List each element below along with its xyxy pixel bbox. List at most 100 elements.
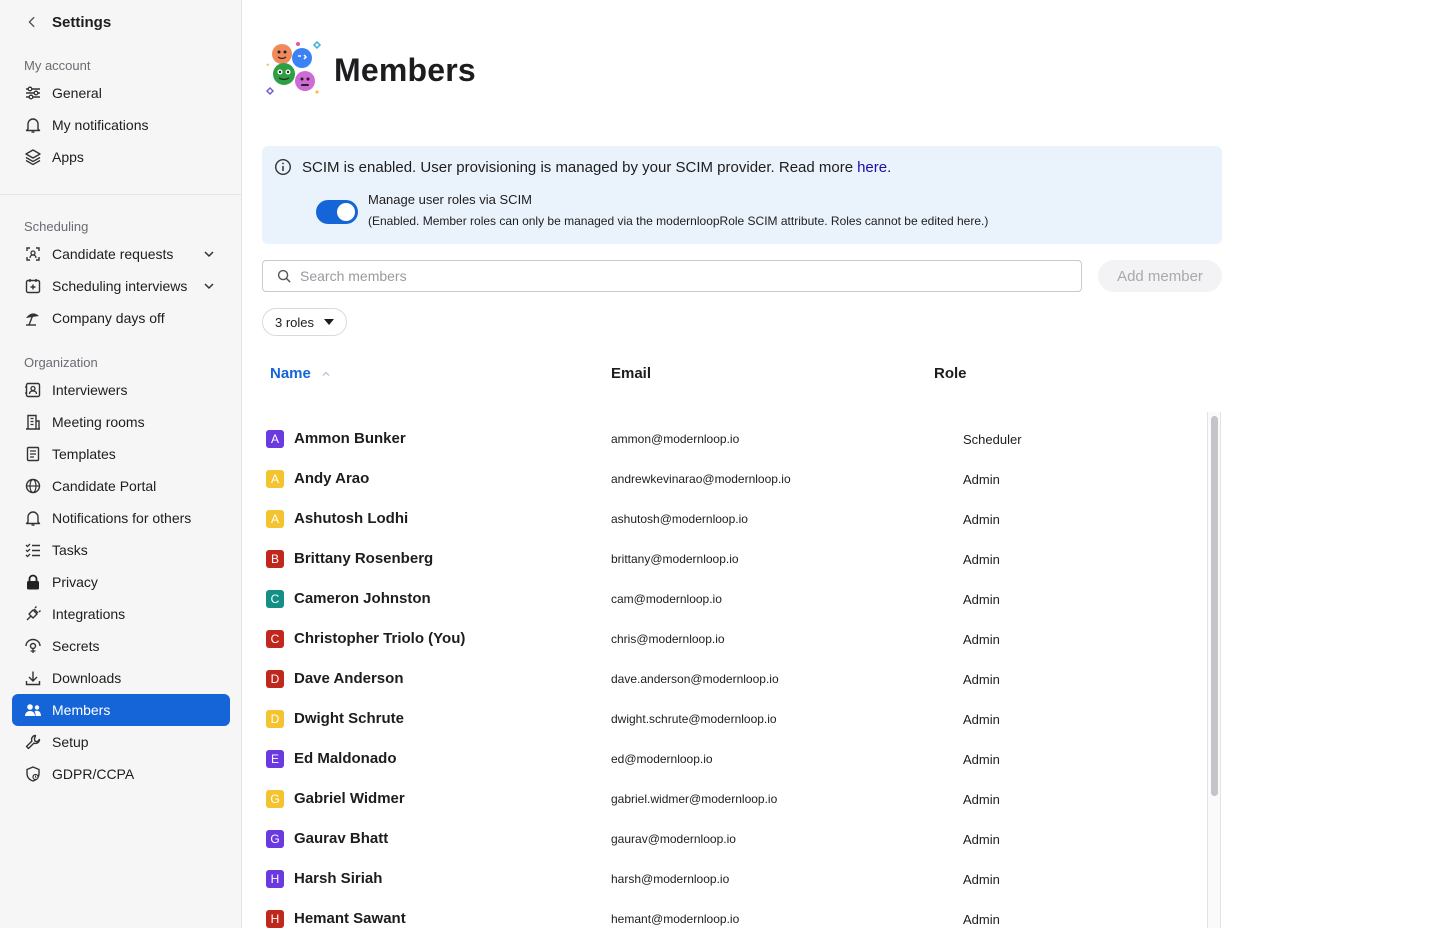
table-row[interactable]: D Dwight Schrute dwight.schrute@modernloop… xyxy=(262,699,1202,739)
member-role: Admin xyxy=(963,712,1000,727)
scrollbar-thumb[interactable] xyxy=(1211,416,1218,796)
sidebar-divider xyxy=(0,194,241,195)
sidebar-item-setup[interactable]: Setup xyxy=(12,726,230,758)
sidebar-item-candidate-portal[interactable]: Candidate Portal xyxy=(12,470,230,502)
column-header-name[interactable]: Name xyxy=(270,365,331,382)
sidebar-item-candidate-requests[interactable]: Candidate requests xyxy=(12,238,230,270)
table-row[interactable]: E Ed Maldonado ed@modernloop.io Admin xyxy=(262,739,1202,779)
table-row[interactable]: B Brittany Rosenberg brittany@modernloop.i… xyxy=(262,539,1202,579)
sliders-icon xyxy=(24,84,42,102)
sidebar-item-label: Downloads xyxy=(52,670,122,686)
member-role: Admin xyxy=(963,512,1000,527)
member-email: hemant@modernloop.io xyxy=(611,912,740,926)
sidebar-item-downloads[interactable]: Downloads xyxy=(12,662,230,694)
sidebar-item-secrets[interactable]: Secrets xyxy=(12,630,230,662)
sidebar-item-label: Templates xyxy=(52,446,116,462)
people-icon xyxy=(24,701,42,719)
table-scrollbar[interactable] xyxy=(1207,412,1221,928)
toggle-knob xyxy=(337,203,355,221)
avatar: A xyxy=(266,470,284,488)
member-email: cam@modernloop.io xyxy=(611,592,722,606)
members-illustration-icon xyxy=(265,40,322,96)
sidebar-item-integrations[interactable]: Integrations xyxy=(12,598,230,630)
column-header-role[interactable]: Role xyxy=(934,365,967,382)
sidebar-item-apps[interactable]: Apps xyxy=(12,141,230,173)
table-row[interactable]: A Andy Arao andrewkevinarao@modernloop.io A… xyxy=(262,459,1202,499)
sidebar-item-label: Candidate Portal xyxy=(52,478,157,494)
roles-filter-dropdown[interactable]: 3 roles xyxy=(262,308,348,336)
sidebar-item-label: Setup xyxy=(52,734,89,750)
sidebar-item-meeting-rooms[interactable]: Meeting rooms xyxy=(12,406,230,438)
sidebar-item-label: GDPR/CCPA xyxy=(52,766,135,782)
sidebar-item-label: Secrets xyxy=(52,638,100,654)
member-role: Admin xyxy=(963,472,1000,487)
chevron-down-icon[interactable] xyxy=(202,247,216,261)
member-name: Ed Maldonado xyxy=(294,750,397,767)
member-name: Gaurav Bhatt xyxy=(294,830,389,847)
building-icon xyxy=(24,413,42,431)
table-row[interactable]: A Ashutosh Lodhi ashutosh@modernloop.io Adm… xyxy=(262,499,1202,539)
member-role: Admin xyxy=(963,792,1000,807)
member-role: Admin xyxy=(963,912,1000,927)
sidebar-title: Settings xyxy=(52,13,112,31)
sidebar-item-gdpr-ccpa[interactable]: GDPR/CCPA xyxy=(12,758,230,790)
sidebar-item-label: Tasks xyxy=(52,542,88,558)
table-row[interactable]: H Hemant Sawant hemant@modernloop.io Admin xyxy=(262,899,1202,928)
sort-ascending-icon xyxy=(322,371,330,376)
avatar: A xyxy=(266,430,284,448)
member-role: Admin xyxy=(963,632,1000,647)
column-header-label: Name xyxy=(270,365,311,382)
table-row[interactable]: G Gaurav Bhatt gaurav@modernloop.io Admin xyxy=(262,819,1202,859)
member-name: Ashutosh Lodhi xyxy=(294,510,409,527)
member-name: Hemant Sawant xyxy=(294,910,406,927)
sidebar-item-members[interactable]: Members xyxy=(12,694,230,726)
add-member-button[interactable]: Add member xyxy=(1098,260,1222,292)
sidebar-item-privacy[interactable]: Privacy xyxy=(12,566,230,598)
member-role: Scheduler xyxy=(963,432,1022,447)
sidebar-item-interviewers[interactable]: Interviewers xyxy=(12,374,230,406)
section-my-account: My account General My notifications Apps xyxy=(0,56,242,173)
section-organization: Organization Interviewers Meeting rooms … xyxy=(0,353,242,790)
avatar: D xyxy=(266,670,284,688)
member-email: ed@modernloop.io xyxy=(611,752,713,766)
banner-message-row: SCIM is enabled. User provisioning is ma… xyxy=(274,158,891,176)
banner-message: SCIM is enabled. User provisioning is ma… xyxy=(302,158,854,176)
table-row[interactable]: G Gabriel Widmer gabriel.widmer@modernloop… xyxy=(262,779,1202,819)
table-row[interactable]: C Cameron Johnston cam@modernloop.io Admin xyxy=(262,579,1202,619)
member-name: Christopher Triolo (You) xyxy=(294,630,466,647)
member-name: Gabriel Widmer xyxy=(294,790,405,807)
sidebar-item-label: Privacy xyxy=(52,574,98,590)
sidebar-item-label: Scheduling interviews xyxy=(52,278,188,294)
search-input[interactable] xyxy=(300,268,1060,284)
avatar: C xyxy=(266,630,284,648)
member-name: Harsh Siriah xyxy=(294,870,383,887)
wrench-icon xyxy=(24,733,42,751)
table-row[interactable]: C Christopher Triolo (You) chris@modernloo… xyxy=(262,619,1202,659)
sidebar-item-notifications-for-others[interactable]: Notifications for others xyxy=(12,502,230,534)
sidebar-item-scheduling-interviews[interactable]: Scheduling interviews xyxy=(12,270,230,302)
sidebar-item-general[interactable]: General xyxy=(12,77,230,109)
avatar: D xyxy=(266,710,284,728)
table-row[interactable]: A Ammon Bunker ammon@modernloop.io Schedule… xyxy=(262,419,1202,459)
sidebar-item-my-notifications[interactable]: My notifications xyxy=(12,109,230,141)
sidebar-item-tasks[interactable]: Tasks xyxy=(12,534,230,566)
read-more-link[interactable]: here xyxy=(857,159,887,176)
member-role: Admin xyxy=(963,672,1000,687)
scim-roles-toggle[interactable] xyxy=(316,200,358,224)
sidebar-item-company-days-off[interactable]: Company days off xyxy=(12,302,230,334)
bell-icon xyxy=(24,116,42,134)
member-name: Andy Arao xyxy=(294,470,370,487)
back-chevron-icon[interactable] xyxy=(24,14,40,30)
member-email: andrewkevinarao@modernloop.io xyxy=(611,472,791,486)
member-email: ammon@modernloop.io xyxy=(611,432,740,446)
search-box[interactable] xyxy=(262,260,1082,292)
sidebar-item-templates[interactable]: Templates xyxy=(12,438,230,470)
sidebar-item-label: Apps xyxy=(52,149,84,165)
sidebar-item-label: Members xyxy=(52,702,111,718)
member-name: Ammon Bunker xyxy=(294,430,406,447)
id-badge-icon xyxy=(24,381,42,399)
table-row[interactable]: H Harsh Siriah harsh@modernloop.io Admin xyxy=(262,859,1202,899)
column-header-email[interactable]: Email xyxy=(611,365,651,382)
table-row[interactable]: D Dave Anderson dave.anderson@modernloop.i… xyxy=(262,659,1202,699)
chevron-down-icon[interactable] xyxy=(202,279,216,293)
